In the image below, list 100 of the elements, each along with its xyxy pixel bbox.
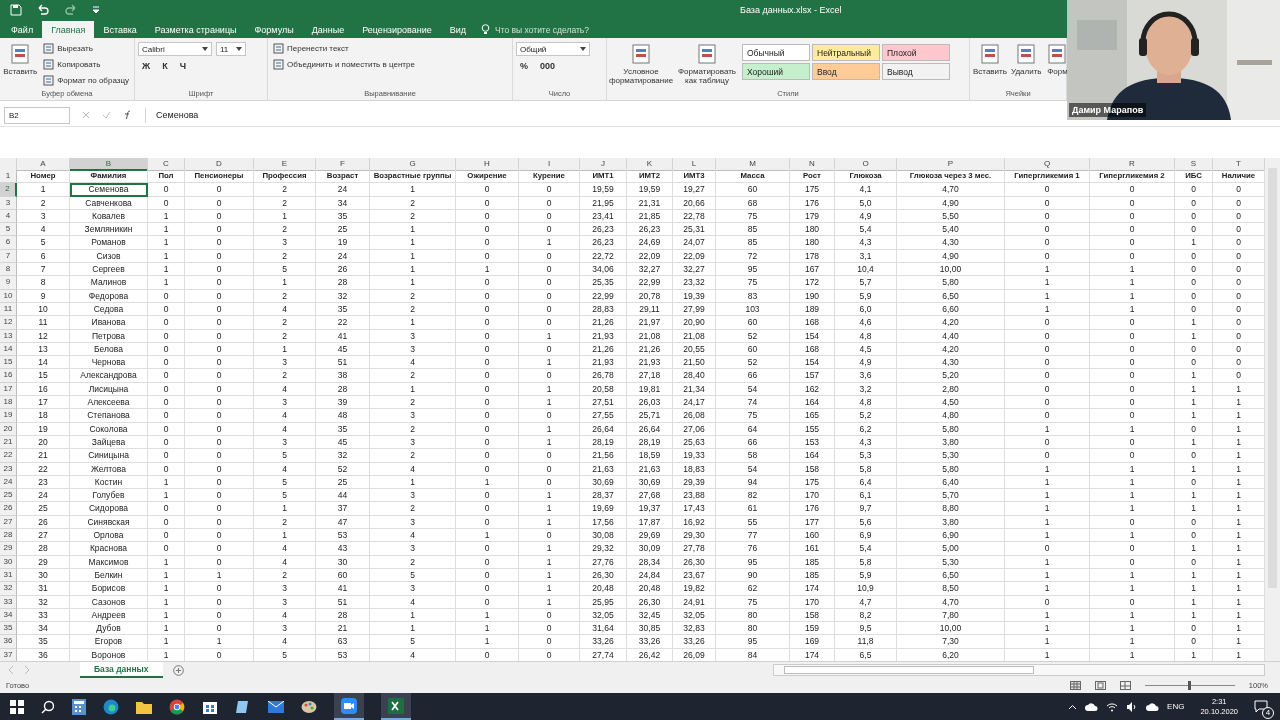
calculator-icon[interactable] [72, 698, 86, 715]
row-header[interactable]: 8 [0, 263, 17, 277]
vertical-scrollbar[interactable] [1265, 158, 1280, 661]
column-header[interactable]: M [716, 158, 790, 171]
ribbon-button[interactable]: Форматировать как таблицу [676, 40, 738, 89]
browser-icon[interactable] [103, 698, 119, 715]
column-header[interactable]: L [673, 158, 716, 171]
column-header[interactable]: S [1175, 158, 1213, 171]
dropdown[interactable]: 11 [216, 42, 246, 56]
row-header[interactable]: 36 [0, 635, 17, 649]
ribbon-button[interactable]: Условное форматирование [610, 40, 672, 89]
row-header[interactable]: 26 [0, 502, 17, 516]
folder-icon[interactable] [136, 699, 152, 714]
paint-icon[interactable] [301, 698, 317, 715]
video-call-app-icon[interactable] [334, 693, 364, 720]
normal-view-icon[interactable] [1069, 681, 1081, 690]
column-header[interactable]: K [627, 158, 673, 171]
function-icon[interactable] [123, 110, 133, 120]
save-icon[interactable] [10, 4, 22, 16]
store-icon[interactable] [202, 699, 218, 714]
column-header[interactable]: D [185, 158, 254, 171]
column-header[interactable]: I [519, 158, 580, 171]
windows-icon[interactable] [10, 699, 24, 714]
chevron-up-icon[interactable] [1068, 703, 1078, 710]
language-indicator[interactable]: ENG [1167, 702, 1185, 711]
row-header[interactable]: 1 [0, 170, 17, 184]
column-header[interactable]: O [835, 158, 897, 171]
row-header[interactable]: 32 [0, 582, 17, 596]
row-header[interactable]: 35 [0, 622, 17, 636]
ribbon-button[interactable]: Вставить [973, 40, 1007, 89]
cell-style[interactable]: Ввод [812, 63, 880, 80]
cell-style[interactable]: Плохой [882, 44, 950, 61]
column-header[interactable]: Q [1005, 158, 1090, 171]
ribbon-button[interactable]: Форм [1045, 40, 1070, 89]
search-icon[interactable] [41, 699, 55, 714]
wifi-icon[interactable] [1106, 701, 1119, 712]
row-header[interactable]: 28 [0, 529, 17, 543]
page-layout-icon[interactable] [1094, 681, 1106, 690]
cell-style[interactable]: Хороший [742, 63, 810, 80]
spreadsheet-app-icon[interactable] [381, 693, 411, 720]
column-header[interactable]: J [580, 158, 627, 171]
ribbon-button[interactable]: Перенести текст [271, 42, 351, 55]
zoom-slider[interactable] [1188, 681, 1192, 690]
dropdown[interactable]: Calibri [138, 42, 212, 56]
ribbon-tab[interactable]: Главная [42, 21, 95, 38]
row-header[interactable]: 12 [0, 316, 17, 330]
column-header[interactable]: E [254, 158, 316, 171]
ribbon-button[interactable]: Удалить [1010, 40, 1042, 89]
row-header[interactable]: 25 [0, 489, 17, 503]
column-header[interactable]: B [70, 158, 148, 171]
cell-style[interactable]: Нейтральный [812, 44, 880, 61]
page-break-icon[interactable] [1119, 681, 1131, 690]
row-header[interactable]: 6 [0, 236, 17, 250]
ribbon-button[interactable]: Вставить [3, 40, 38, 89]
row-header[interactable]: 29 [0, 542, 17, 556]
ribbon-tab[interactable]: Данные [302, 21, 354, 38]
add-sheet-icon[interactable] [172, 664, 184, 676]
formula-field[interactable]: Семенова [145, 107, 1016, 123]
ribbon-button[interactable]: Копировать [41, 58, 103, 71]
horizontal-scrollbar[interactable] [773, 664, 1265, 676]
cell-style[interactable]: Обычный [742, 44, 810, 61]
ribbon-button[interactable]: Вырезать [41, 42, 95, 55]
undo-icon[interactable] [36, 4, 50, 16]
ribbon-tab[interactable]: Рецензирование [353, 21, 441, 38]
browser-icon[interactable] [169, 698, 185, 715]
ribbon-tab[interactable]: Вид [440, 21, 475, 38]
ribbon-tab[interactable]: Разметка страницы [145, 21, 246, 38]
row-header[interactable]: 22 [0, 449, 17, 463]
format-button[interactable]: Ч [175, 59, 190, 73]
row-header[interactable]: 9 [0, 276, 17, 290]
format-button[interactable]: % [516, 59, 532, 73]
row-header[interactable]: 18 [0, 396, 17, 410]
ribbon-button[interactable]: Объединить и поместить в центре [271, 58, 417, 71]
column-header[interactable]: F [316, 158, 370, 171]
format-button[interactable]: К [158, 59, 172, 73]
cloud-icon[interactable] [1085, 702, 1099, 711]
redo-icon[interactable] [64, 4, 78, 16]
column-header[interactable]: H [456, 158, 519, 171]
row-header[interactable]: 16 [0, 369, 17, 383]
column-header[interactable]: N [790, 158, 835, 171]
column-header[interactable]: C [148, 158, 185, 171]
column-header[interactable]: R [1090, 158, 1175, 171]
notifications-icon[interactable] [1254, 700, 1268, 713]
format-button[interactable]: Ж [138, 59, 155, 73]
tell-me-field[interactable]: Что вы хотите сделать? [481, 21, 607, 38]
column-header[interactable]: G [370, 158, 456, 171]
ribbon-button[interactable]: Формат по образцу [41, 74, 131, 87]
sheet-tab[interactable]: База данных [80, 662, 163, 678]
name-box[interactable]: B2 [4, 106, 70, 124]
ribbon-tab[interactable]: Вставка [94, 21, 146, 38]
ribbon-tab[interactable]: Формулы [245, 21, 303, 38]
cell-style[interactable]: Вывод [882, 63, 950, 80]
format-button[interactable]: 000 [536, 59, 560, 73]
mail-icon[interactable] [268, 700, 284, 713]
ribbon-tab[interactable]: Файл [2, 21, 43, 38]
column-header[interactable]: P [897, 158, 1005, 171]
row-header[interactable]: 19 [0, 409, 17, 423]
customize-icon[interactable] [92, 5, 100, 15]
row-header[interactable]: 15 [0, 356, 17, 370]
row-header[interactable]: 5 [0, 223, 17, 237]
